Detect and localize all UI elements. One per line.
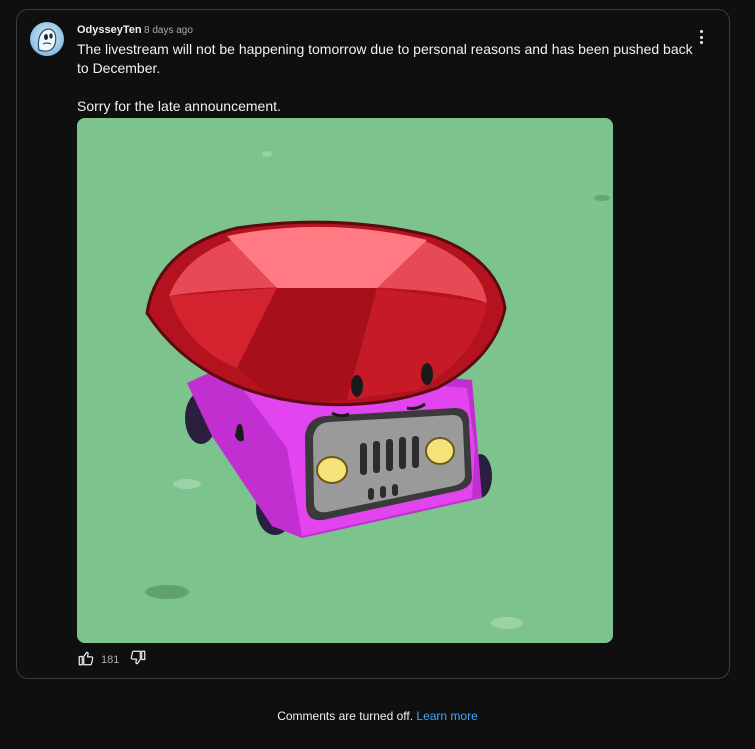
post-text: The livestream will not be happening tom…	[77, 41, 693, 114]
comments-off-text: Comments are turned off.	[277, 709, 414, 723]
community-post: OdysseyTen 8 days ago The livestream wil…	[16, 9, 730, 679]
post-image[interactable]	[77, 118, 613, 643]
thumbs-down-icon[interactable]	[129, 649, 147, 672]
post-timestamp[interactable]: 8 days ago	[144, 25, 193, 36]
learn-more-link[interactable]: Learn more	[416, 709, 477, 723]
thumbs-up-icon[interactable]	[77, 649, 95, 672]
channel-avatar[interactable]	[30, 22, 64, 56]
post-actions: 181	[77, 650, 147, 670]
author-name[interactable]: OdysseyTen	[77, 24, 142, 36]
comments-status: Comments are turned off. Learn more	[0, 709, 755, 723]
like-count: 181	[101, 654, 120, 666]
